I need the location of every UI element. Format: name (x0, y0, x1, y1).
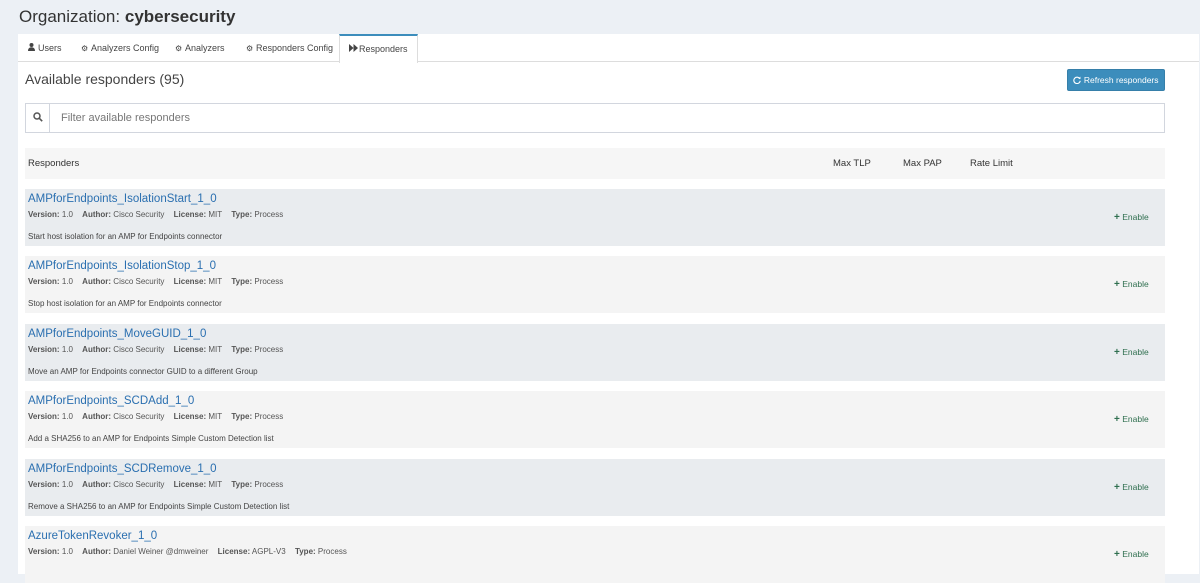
responder-description: Add a SHA256 to an AMP for Endpoints Sim… (28, 434, 274, 443)
section-title: Available responders (95) (25, 71, 185, 87)
tab-users-label: Users (38, 43, 62, 53)
enable-button[interactable]: + Enable (1114, 481, 1149, 494)
tab-analyzers-label: Analyzers (185, 43, 225, 53)
header-rate-limit: Rate Limit (970, 158, 1013, 169)
table-row: AMPforEndpoints_SCDAdd_1_0 Version: 1.0 … (25, 391, 1165, 448)
responder-meta: Version: 1.0 Author: Cisco Security Lice… (28, 412, 284, 421)
header-responders: Responders (28, 158, 80, 169)
responder-meta: Version: 1.0 Author: Cisco Security Lice… (28, 345, 284, 354)
responder-name-link[interactable]: AMPforEndpoints_SCDRemove_1_0 (28, 462, 217, 476)
plus-icon: + (1114, 279, 1120, 290)
org-name: cybersecurity (124, 7, 236, 26)
table-row: AzureTokenRevoker_1_0 Version: 1.0 Autho… (25, 526, 1165, 583)
cogs-icon: ⚙ (175, 44, 183, 53)
table-row: AMPforEndpoints_IsolationStart_1_0 Versi… (25, 189, 1165, 246)
responder-name-link[interactable]: AMPforEndpoints_IsolationStop_1_0 (28, 259, 216, 273)
responder-meta: Version: 1.0 Author: Cisco Security Lice… (28, 210, 284, 219)
responder-name-link[interactable]: AzureTokenRevoker_1_0 (28, 529, 157, 543)
table-row: AMPforEndpoints_IsolationStop_1_0 Versio… (25, 256, 1165, 313)
search-icon (26, 104, 50, 132)
refresh-responders-button[interactable]: Refresh responders (1067, 69, 1165, 91)
tab-responders-config-label: Responders Config (256, 43, 334, 53)
tab-analyzers-config-label: Analyzers Config (91, 43, 160, 53)
tab-responders[interactable]: Responders (339, 34, 418, 63)
responder-description: Start host isolation for an AMP for Endp… (28, 232, 223, 241)
user-icon (28, 35, 38, 63)
responder-name-link[interactable]: AMPforEndpoints_IsolationStart_1_0 (28, 192, 217, 206)
responder-meta: Version: 1.0 Author: Cisco Security Lice… (28, 480, 284, 489)
org-label: Organization: (19, 7, 121, 26)
responder-description: Move an AMP for Endpoints connector GUID… (28, 367, 258, 376)
refresh-icon (1073, 75, 1083, 85)
forward-icon (349, 37, 359, 63)
responder-meta: Version: 1.0 Author: Daniel Weiner @dmwe… (28, 547, 347, 556)
tab-responders-config[interactable]: ⚙ Responders Config (246, 34, 333, 62)
tab-analyzers[interactable]: ⚙ Analyzers (175, 34, 225, 62)
responders-panel: Users ⚙ Analyzers Config ⚙ Analyzers ⚙ Resp… (18, 34, 1199, 583)
responder-description: Remove a SHA256 to an AMP for Endpoints … (28, 502, 290, 511)
filter-group (25, 103, 1165, 133)
tab-analyzers-config[interactable]: ⚙ Analyzers Config (81, 34, 159, 62)
header-max-tlp: Max TLP (833, 158, 871, 169)
enable-button[interactable]: + Enable (1114, 413, 1149, 426)
enable-button[interactable]: + Enable (1114, 346, 1149, 359)
table-row: AMPforEndpoints_SCDRemove_1_0 Version: 1… (25, 459, 1165, 516)
enable-button[interactable]: + Enable (1114, 278, 1149, 291)
plus-icon: + (1114, 212, 1120, 223)
enable-button[interactable]: + Enable (1114, 211, 1149, 224)
plus-icon: + (1114, 414, 1120, 425)
cog-icon: ⚙ (246, 44, 254, 53)
refresh-responders-label: Refresh responders (1083, 75, 1159, 85)
cog-icon: ⚙ (81, 44, 89, 53)
plus-icon: + (1114, 482, 1120, 493)
table-row: AMPforEndpoints_MoveGUID_1_0 Version: 1.… (25, 324, 1165, 381)
enable-button[interactable]: + Enable (1114, 548, 1149, 561)
tab-users[interactable]: Users (28, 34, 62, 62)
responder-meta: Version: 1.0 Author: Cisco Security Lice… (28, 277, 284, 286)
responder-description: Stop host isolation for an AMP for Endpo… (28, 299, 222, 308)
plus-icon: + (1114, 347, 1120, 358)
table-header: Responders Max TLP Max PAP Rate Limit (25, 148, 1165, 179)
org-tabs: Users ⚙ Analyzers Config ⚙ Analyzers ⚙ Resp… (18, 34, 1199, 63)
tab-responders-label: Responders (359, 44, 408, 54)
filter-responders-input[interactable] (51, 104, 1163, 132)
responder-name-link[interactable]: AMPforEndpoints_MoveGUID_1_0 (28, 327, 206, 341)
page-title: Organization: cybersecurity (19, 6, 235, 28)
responder-name-link[interactable]: AMPforEndpoints_SCDAdd_1_0 (28, 394, 194, 408)
plus-icon: + (1114, 549, 1120, 560)
header-max-pap: Max PAP (903, 158, 942, 169)
